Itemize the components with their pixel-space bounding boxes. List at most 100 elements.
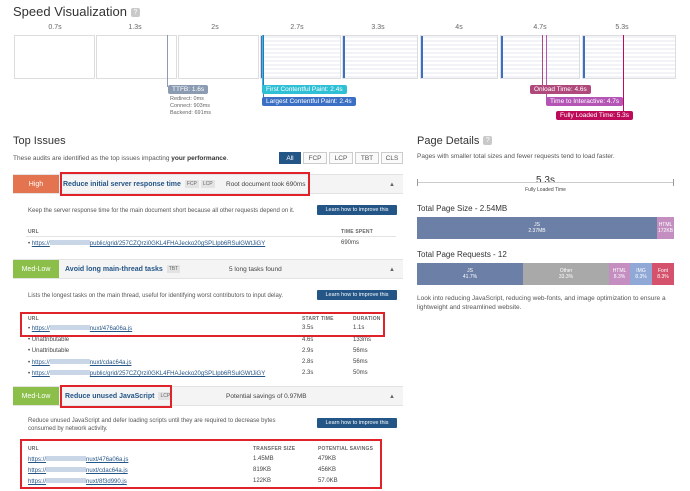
table-url[interactable]: • https://public/grid/257CZQrzi0GKL4FHAJ… <box>28 240 265 247</box>
issue-body: Reduce unused JavaScript and defer loadi… <box>28 418 276 432</box>
filter-tbt[interactable]: TBT <box>355 152 379 164</box>
redacted-host <box>46 456 87 461</box>
caret-up-icon[interactable]: ▲ <box>389 175 395 195</box>
redacted-host <box>49 325 90 330</box>
url-prefix[interactable]: https:// <box>32 241 50 247</box>
timeline-tick: 1.3s <box>128 24 142 31</box>
table-cell-transfer: 122KB <box>253 478 272 484</box>
page-requests-title: Total Page Requests - 12 <box>417 250 507 259</box>
tti-marker: Time to Interactive: 4.7s <box>546 97 624 106</box>
help-icon[interactable]: ? <box>130 8 140 17</box>
filmstrip-frame <box>582 35 676 79</box>
table-cell-duration: 56ms <box>353 359 368 365</box>
seg-value: 8.3% <box>657 274 669 280</box>
table-url[interactable]: • https://nuxt/cdac64a.js <box>28 359 132 366</box>
top-issues-description: These audits are identified as the top i… <box>13 155 228 162</box>
timeline-tick: 0.7s <box>48 24 62 31</box>
page-size-bar: JS 2.37MB HTML 172KB <box>417 217 674 239</box>
table-url[interactable]: https:// nuxt/476a06a.js <box>28 456 128 463</box>
table-cell-duration: 50ms <box>353 370 368 376</box>
filmstrip-frame <box>14 35 95 79</box>
ttfb-redirect: Redirect: 0ms <box>170 96 204 102</box>
timeline-tick: 2s <box>211 24 219 31</box>
col-header-time-spent: TIME SPENT <box>341 229 374 235</box>
ttfb-connect: Connect: 903ms <box>170 103 211 109</box>
col-header-url: URL <box>28 229 39 235</box>
table-url[interactable]: https:// nuxt/8f3d990.js <box>28 478 127 485</box>
redacted-host <box>49 240 90 245</box>
caret-up-icon[interactable]: ▲ <box>389 260 395 280</box>
filter-lcp[interactable]: LCP <box>329 152 353 164</box>
desc-text: These audits are identified as the top i… <box>13 155 172 162</box>
url-path[interactable]: nuxt/cdac64a.js <box>86 468 128 474</box>
url-prefix[interactable]: https:// <box>28 457 46 463</box>
table-cell-start: 2.8s <box>302 359 314 365</box>
timeline-tick: 2.7s <box>290 24 304 31</box>
filmstrip-frame <box>178 35 259 79</box>
url-path[interactable]: nuxt/476a06a.js <box>86 457 128 463</box>
issue-title[interactable]: Avoid long main-thread tasks TBT <box>65 260 181 280</box>
size-segment-html: HTML 172KB <box>657 217 674 239</box>
seg-value: 8.3% <box>635 274 647 280</box>
table-cell-start: 3.5s <box>302 325 314 331</box>
url-path[interactable]: nuxt/8f3d990.js <box>86 479 127 485</box>
url-path[interactable]: nuxt/cdac64a.js <box>90 360 132 366</box>
table-cell-time: 690ms <box>341 240 360 246</box>
url-prefix[interactable]: https:// <box>28 468 46 474</box>
timeline-tick: 4s <box>455 24 463 31</box>
track-start-tick <box>417 179 418 186</box>
speed-visualization-title: Speed Visualization? <box>13 4 140 19</box>
timeline-tick: 4.7s <box>533 24 547 31</box>
url-path[interactable]: public/grid/257CZQrzi0GKL4FHAJecko20gSPL… <box>90 371 265 377</box>
lcp-marker: Largest Contentful Paint: 2.4s <box>262 97 356 106</box>
help-icon[interactable]: ? <box>483 136 493 145</box>
page-requests-bar: JS 41.7% Other 33.3% HTML 8.3% IMG 8.3% Font… <box>417 263 674 285</box>
learn-how-button[interactable]: Learn how to improve this <box>317 290 397 300</box>
col-header-transfer-size: TRANSFER SIZE <box>253 446 296 452</box>
page-details-heading: Page Details <box>417 135 480 147</box>
url-prefix[interactable]: https:// <box>28 479 46 485</box>
filter-fcp[interactable]: FCP <box>303 152 327 164</box>
filter-all[interactable]: All <box>279 152 301 164</box>
seg-value: 2.37MB <box>528 228 546 234</box>
filmstrip-frame <box>260 35 341 79</box>
severity-badge: Med-Low <box>13 387 59 405</box>
top-issues-title: Top Issues <box>13 135 66 147</box>
requests-segment-img: IMG 8.3% <box>630 263 652 285</box>
learn-how-button[interactable]: Learn how to improve this <box>317 418 397 428</box>
filmstrip-frame <box>500 35 580 79</box>
issue-title-text: Avoid long main-thread tasks <box>65 266 163 273</box>
divider <box>26 236 396 237</box>
issue-row-main-thread[interactable]: Med-Low Avoid long main-thread tasks TBT… <box>13 259 403 279</box>
caret-up-icon[interactable]: ▲ <box>389 387 395 407</box>
filter-cls[interactable]: CLS <box>381 152 403 164</box>
table-cell-savings: 57.0KB <box>318 478 338 484</box>
issue-body: Keep the server response time for the ma… <box>28 208 295 214</box>
url-prefix[interactable]: https:// <box>32 371 50 377</box>
url-text: Unattributable <box>31 348 70 354</box>
ttfb-marker: TTFB: 1.6s <box>168 85 209 94</box>
url-path[interactable]: public/grid/257CZQrzi0GKL4FHAJecko20gSPL… <box>90 241 265 247</box>
col-header-duration: DURATION <box>353 316 381 322</box>
col-header-url: URL <box>28 446 39 452</box>
speed-visualization-heading: Speed Visualization <box>13 4 127 19</box>
table-url[interactable]: • https://public/grid/257CZQrzi0GKL4FHAJ… <box>28 370 265 377</box>
redacted-host <box>46 478 87 483</box>
table-url[interactable]: • https://nuxt/476a06a.js <box>28 325 132 332</box>
table-url: • Unattributable <box>28 348 70 354</box>
filmstrip-frame <box>420 35 498 79</box>
highlight-box <box>60 172 310 196</box>
filmstrip-frame <box>342 35 418 79</box>
issue-body: Lists the longest tasks on the main thre… <box>28 293 284 299</box>
url-prefix[interactable]: https:// <box>32 360 50 366</box>
table-url[interactable]: https:// nuxt/cdac64a.js <box>28 467 128 474</box>
url-prefix[interactable]: https:// <box>32 326 50 332</box>
fully-loaded-track <box>417 182 674 183</box>
table-cell-duration: 133ms <box>353 337 372 343</box>
learn-how-button[interactable]: Learn how to improve this <box>317 205 397 215</box>
timeline-tick: 3.3s <box>371 24 385 31</box>
url-path[interactable]: nuxt/476a06a.js <box>90 326 132 332</box>
fully-loaded-label: Fully Loaded Time <box>525 187 566 193</box>
fully-loaded-marker: Fully Loaded Time: 5.3s <box>556 111 634 120</box>
col-header-start-time: START TIME <box>302 316 334 322</box>
